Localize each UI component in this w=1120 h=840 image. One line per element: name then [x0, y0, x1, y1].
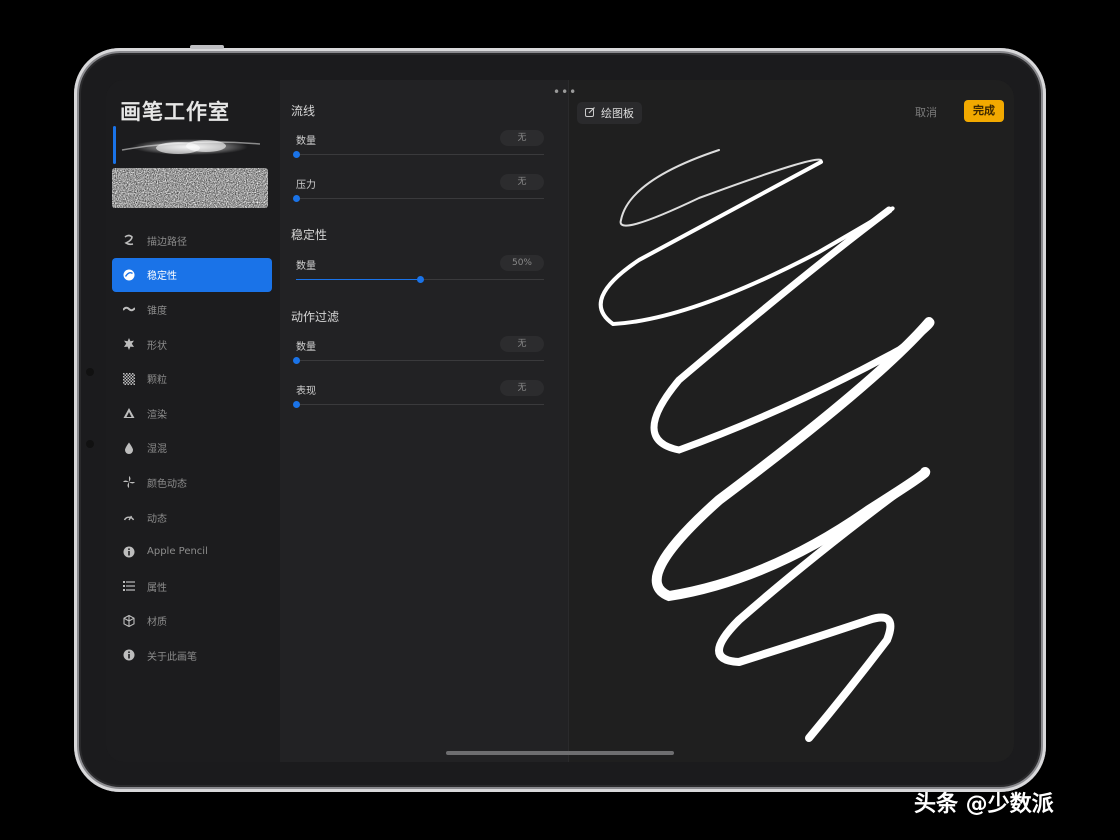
streamline-amount-slider[interactable]	[292, 151, 544, 158]
side-dot	[86, 440, 94, 448]
setting-value: 无	[500, 174, 544, 190]
dynamics-icon	[122, 510, 136, 524]
sidebar-item-color-dynamics[interactable]: 颜色动态	[112, 465, 272, 500]
stabilization-amount-slider[interactable]	[296, 276, 544, 283]
sidebar-item-label: 关于此画笔	[147, 651, 197, 663]
slider-knob[interactable]	[292, 357, 300, 364]
stroke-path-icon	[122, 233, 136, 247]
sidebar-item-shape[interactable]: 形状	[112, 327, 272, 362]
brush-grain-preview[interactable]	[112, 168, 268, 208]
section-title-motion-filtering: 动作过滤	[291, 310, 340, 324]
setting-label: 数量	[296, 342, 316, 353]
slider-fill	[296, 279, 420, 280]
sidebar-item-label: 稳定性	[147, 271, 177, 283]
setting-value: 无	[500, 130, 544, 146]
grain-icon	[122, 372, 136, 386]
home-indicator[interactable]	[446, 751, 674, 755]
sidebar-item-label: 湿混	[147, 444, 167, 456]
sidebar-item-stroke-path[interactable]: 描边路径	[112, 223, 272, 258]
sidebar-item-materials[interactable]: 材质	[112, 604, 272, 639]
info-icon	[122, 648, 136, 662]
motion-filtering-expression-slider[interactable]	[292, 401, 544, 408]
sidebar-item-grain[interactable]: 颗粒	[112, 361, 272, 396]
sidebar-item-label: 颜色动态	[147, 478, 187, 490]
sidebar-item-about-brush[interactable]: 关于此画笔	[112, 638, 272, 673]
page-title: 画笔工作室	[120, 100, 230, 124]
brush-stroke-preview[interactable]	[120, 130, 260, 164]
slider-knob[interactable]	[292, 195, 300, 202]
motion-filtering-amount-slider[interactable]	[292, 357, 544, 364]
top-button	[190, 45, 224, 49]
sidebar-item-label: 渲染	[147, 409, 167, 421]
sidebar-item-stabilization[interactable]: 稳定性	[112, 257, 272, 293]
sidebar-item-rendering[interactable]: 渲染	[112, 396, 272, 431]
settings-panel: 流线 数量 无 压力 无 稳定性 数量 50% 动作过滤 数量 无 表现 无	[280, 80, 568, 762]
sidebar-item-wet-mix[interactable]: 湿混	[112, 431, 272, 466]
setting-label: 表现	[296, 386, 316, 397]
sidebar-item-apple-pencil[interactable]: Apple Pencil	[112, 534, 272, 569]
setting-value: 无	[500, 380, 544, 396]
info-icon	[122, 545, 136, 559]
test-stroke	[598, 149, 935, 742]
settings-nav: 描边路径 稳定性 锥度 形状 颗粒 渲染 湿混 颜色动态 动态 Apple Pe…	[112, 223, 272, 673]
materials-icon	[122, 614, 136, 628]
slider-knob[interactable]	[292, 401, 300, 408]
drawing-pad[interactable]: 绘图板 取消 完成	[569, 80, 1014, 762]
setting-value: 50%	[500, 255, 544, 271]
sidebar-item-dynamics[interactable]: 动态	[112, 500, 272, 535]
setting-label: 数量	[296, 261, 316, 272]
section-title-stabilization: 稳定性	[291, 228, 328, 242]
properties-icon	[122, 579, 136, 593]
sidebar-item-properties[interactable]: 属性	[112, 569, 272, 604]
sidebar-item-label: 形状	[147, 340, 167, 352]
stabilization-icon	[122, 268, 136, 282]
selected-brush-indicator	[113, 126, 116, 164]
sidebar-item-label: 描边路径	[147, 236, 187, 248]
sidebar-item-label: Apple Pencil	[147, 546, 208, 558]
shape-icon	[122, 337, 136, 351]
watermark: 头条 @少数派	[914, 792, 1054, 817]
setting-label: 压力	[296, 180, 316, 191]
more-options-icon[interactable]: •••	[553, 85, 577, 99]
setting-label: 数量	[296, 136, 316, 147]
sidebar-item-label: 锥度	[147, 305, 167, 317]
slider-knob[interactable]	[416, 276, 424, 283]
screen: 画笔工作室 描边路径 稳定性 锥度 形状 颗粒 渲染 湿混 颜色动态 动态 Ap…	[106, 80, 1014, 762]
section-title-streamline: 流线	[291, 104, 316, 118]
sidebar-item-taper[interactable]: 锥度	[112, 292, 272, 327]
wet-mix-icon	[122, 441, 136, 455]
slider-knob[interactable]	[292, 151, 300, 158]
sidebar: 画笔工作室 描边路径 稳定性 锥度 形状 颗粒 渲染 湿混 颜色动态 动态 Ap…	[106, 80, 280, 762]
sidebar-item-label: 属性	[147, 582, 167, 594]
streamline-pressure-slider[interactable]	[292, 195, 544, 202]
sidebar-item-label: 动态	[147, 513, 167, 525]
taper-icon	[122, 302, 136, 316]
color-dynamics-icon	[122, 475, 136, 489]
sidebar-item-label: 颗粒	[147, 375, 167, 387]
setting-value: 无	[500, 336, 544, 352]
sidebar-item-label: 材质	[147, 617, 167, 629]
rendering-icon	[122, 406, 136, 420]
camera-dot	[86, 368, 94, 376]
